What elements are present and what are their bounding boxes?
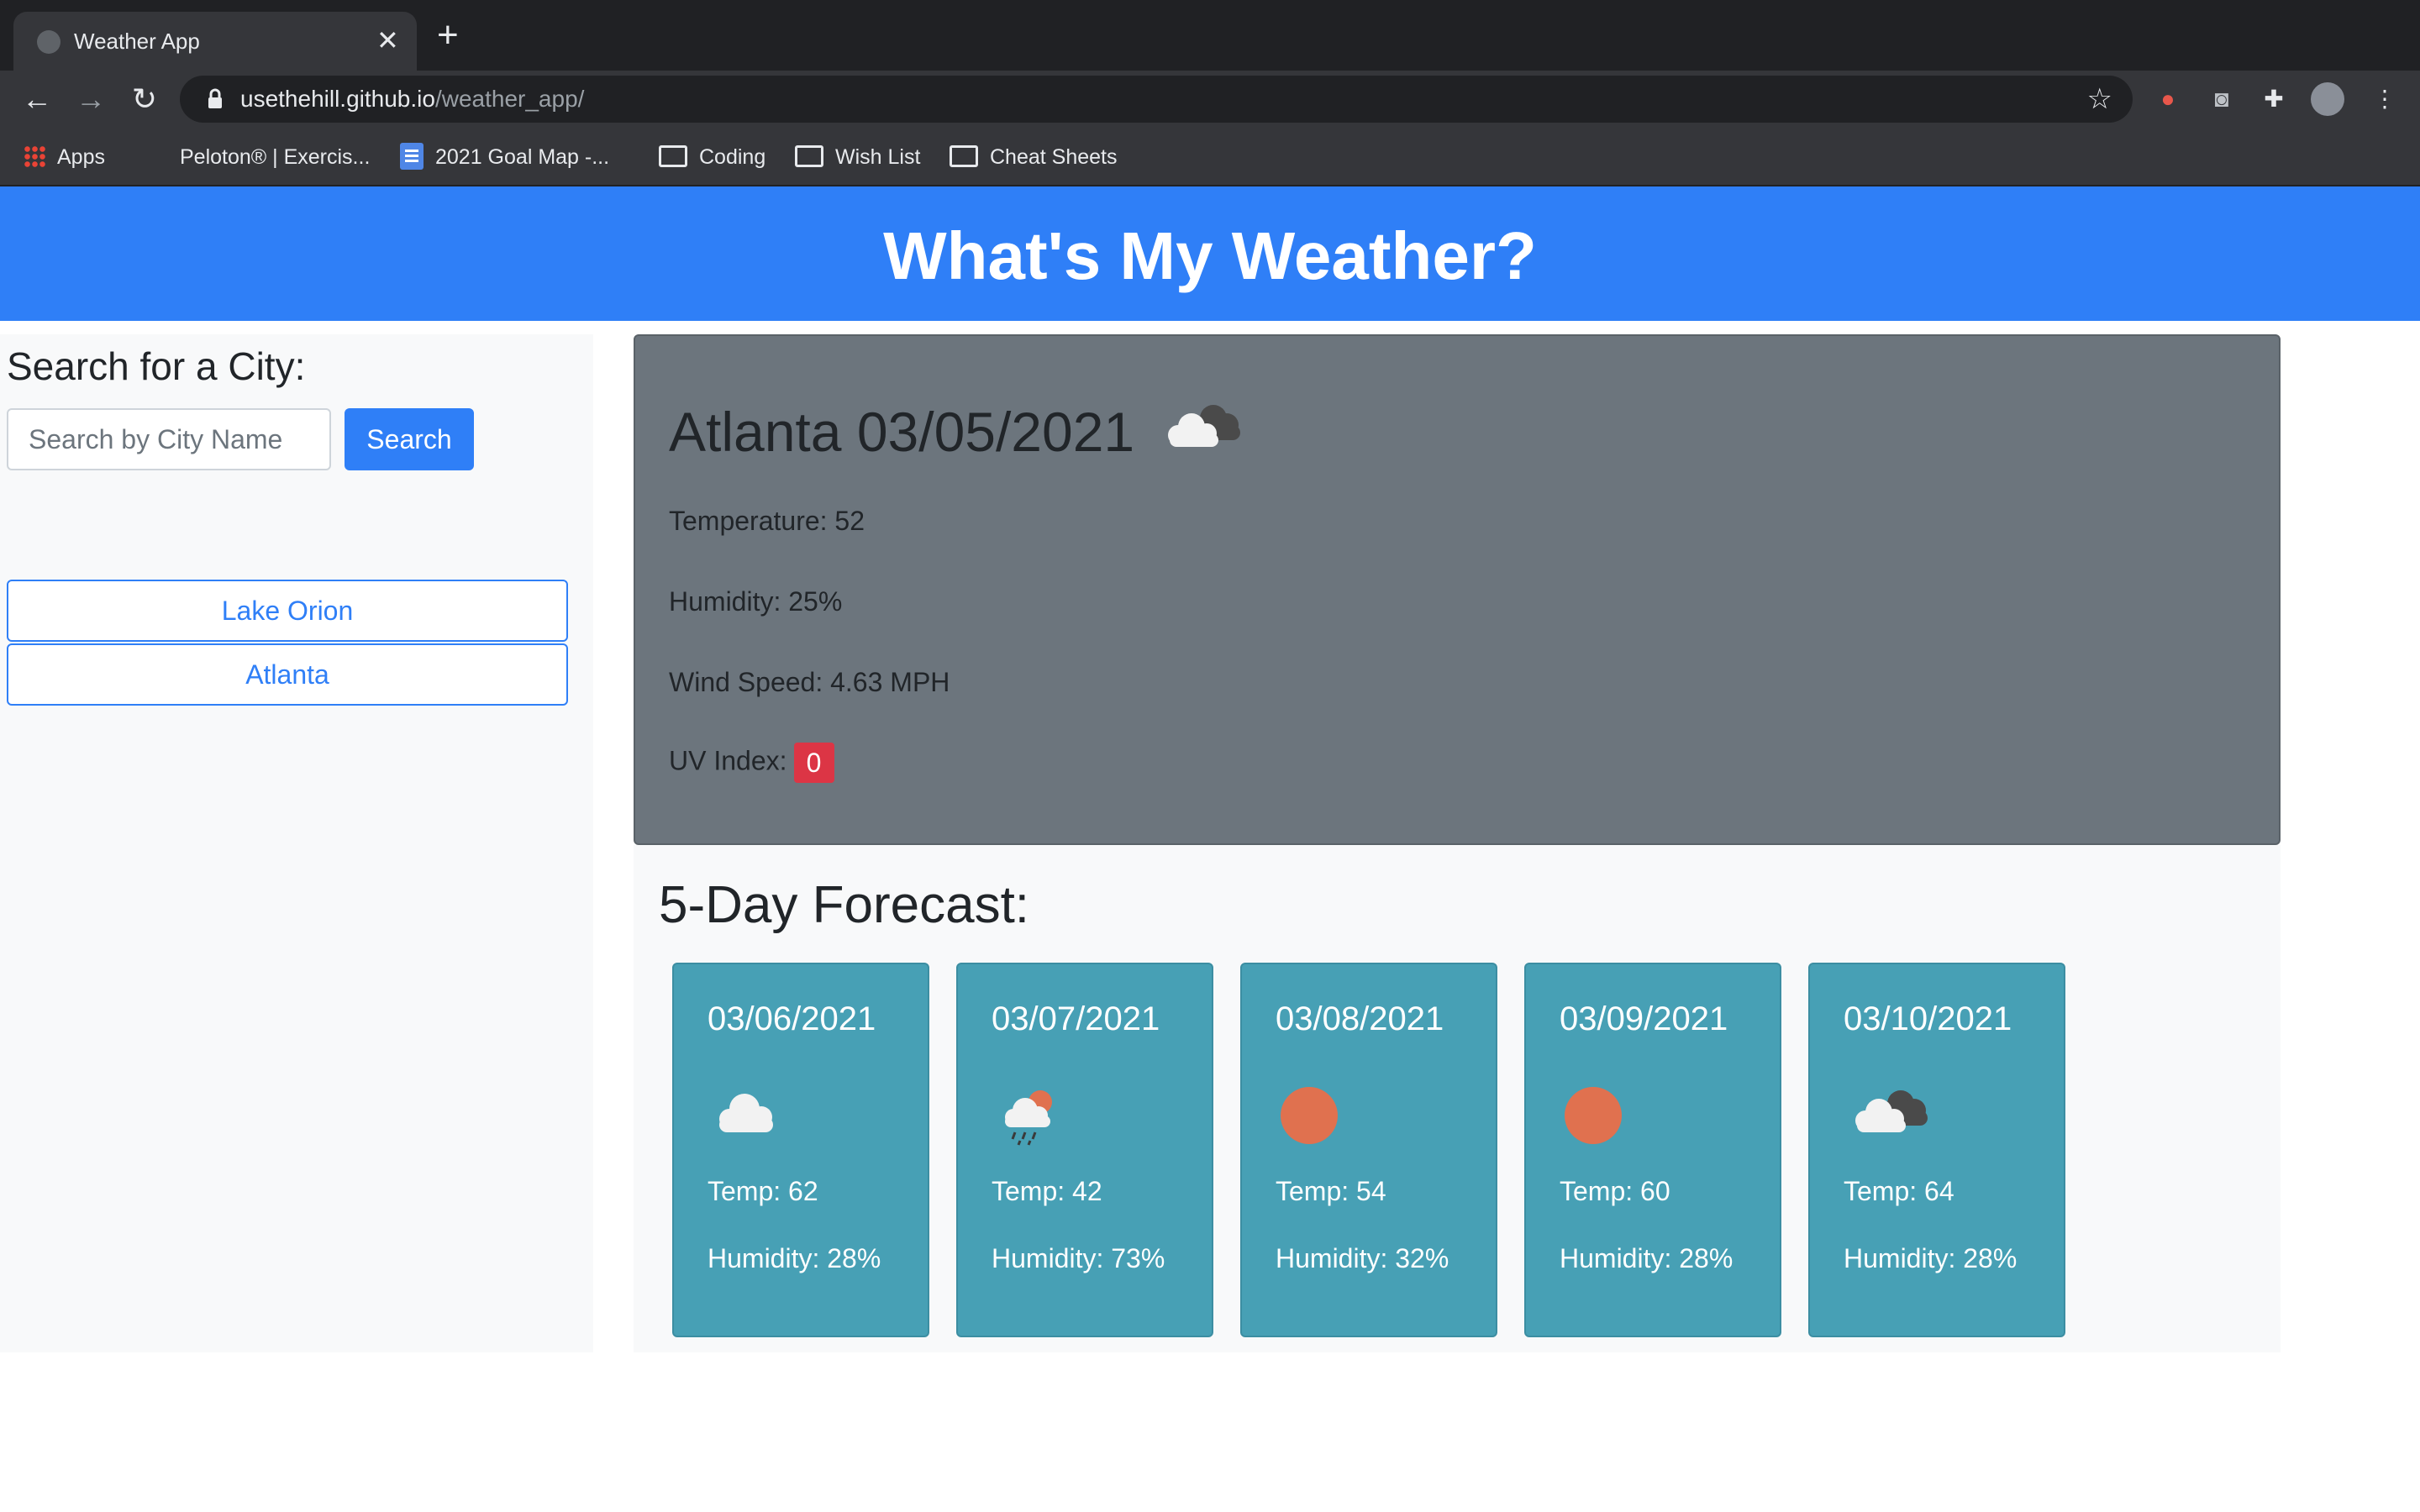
profile-avatar[interactable] [2311,82,2344,116]
forecast-temp: Temp: 64 [1844,1176,1954,1206]
uv-badge: 0 [793,743,834,783]
forecast-temp: Temp: 42 [992,1176,1102,1206]
uv-label: UV Index: [669,745,787,776]
camera-icon[interactable]: ◙ [2205,82,2238,116]
current-weather-panel: Atlanta 03/05/2021 Temperature: 52 Humid… [634,334,2281,845]
bookmark-coding[interactable]: Coding [659,143,765,171]
forecast-humidity: Humidity: 32% [1276,1243,1449,1273]
sun-icon [1565,1087,1622,1144]
forecast-date: 03/10/2021 [1844,1000,2012,1037]
forecast-card: 03/08/2021 Temp: 54 Humidity: 32% [1240,963,1497,1337]
folder-icon [950,145,978,168]
cloud-icon [719,1094,773,1132]
current-wind-speed: Wind Speed: 4.63 MPH [669,667,950,697]
history-city-button[interactable]: Atlanta [7,643,568,706]
forecast-temp: Temp: 60 [1560,1176,1670,1206]
forecast-temp: Temp: 62 [708,1176,818,1206]
bookmark-star-icon[interactable]: ☆ [2087,82,2112,116]
forecast-humidity: Humidity: 28% [1560,1243,1733,1273]
bookmark-peloton[interactable]: Peloton® | Exercis... [145,143,370,171]
new-tab-icon[interactable]: + [437,17,459,54]
globe-icon [37,30,60,54]
broken-clouds-icon [1168,405,1240,447]
current-humidity: Humidity: 25% [669,586,843,617]
forecast-card: 03/10/2021 Temp: 64 Humidity: 28% [1808,963,2065,1337]
extensions-puzzle-icon[interactable]: ✚ [2257,82,2291,116]
browser-tab-strip: Weather App ✕ + [0,0,2420,71]
forecast-heading: 5-Day Forecast: [659,876,1030,934]
apps-icon [24,145,45,168]
bookmark-cheat-sheets[interactable]: Cheat Sheets [950,143,1118,171]
bookmark-apps[interactable]: Apps [24,143,105,171]
forecast-date: 03/09/2021 [1560,1000,1728,1037]
peloton-icon [145,146,168,170]
forward-icon[interactable]: → [71,79,111,119]
forecast-card: 03/09/2021 Temp: 60 Humidity: 28% [1524,963,1781,1337]
folder-icon [795,145,823,168]
menu-kebab-icon[interactable]: ⋮ [2368,82,2402,116]
forecast-humidity: Humidity: 73% [992,1243,1165,1273]
tab-title: Weather App [74,29,200,54]
doc-icon [400,143,424,171]
tab-close-icon[interactable]: ✕ [376,24,399,57]
page-title: What's My Weather? [883,218,1537,293]
forecast-card: 03/06/2021 Temp: 62 Humidity: 28% [672,963,929,1337]
forecast-humidity: Humidity: 28% [1844,1243,2018,1273]
forecast-date: 03/08/2021 [1276,1000,1444,1037]
bookmark-goal-map[interactable]: 2021 Goal Map -... [400,143,609,171]
search-heading: Search for a City: [7,344,306,388]
broken-clouds-icon [1855,1090,1928,1132]
current-uv-index: UV Index: 0 [669,743,834,783]
lock-icon [208,88,222,108]
back-icon[interactable]: ← [17,79,57,119]
extension-record-icon[interactable]: ● [2151,82,2185,116]
address-bar[interactable]: usethehill.github.io/weather_app/ ☆ [180,76,2133,123]
current-temperature: Temperature: 52 [669,506,865,536]
forecast-section: 5-Day Forecast: 03/06/2021 Temp: 62 Humi… [634,845,2281,1352]
browser-toolbar: ← → ↻ usethehill.github.io/weather_app/ … [0,71,2420,128]
sun-icon [1281,1087,1338,1144]
forecast-temp: Temp: 54 [1276,1176,1386,1206]
forecast-humidity: Humidity: 28% [708,1243,881,1273]
current-city-date: Atlanta 03/05/2021 [669,401,1135,463]
forecast-card: 03/07/2021 Temp: 42 Humidity: 73% [956,963,1213,1337]
bookmarks-bar: Apps Peloton® | Exercis... 2021 Goal Map… [0,128,2420,186]
page-header: What's My Weather? [0,186,2420,321]
browser-tab[interactable]: Weather App ✕ [13,12,417,71]
search-button[interactable]: Search [345,408,474,470]
bookmark-wish-list[interactable]: Wish List [795,143,920,171]
forecast-date: 03/07/2021 [992,1000,1160,1037]
history-city-button[interactable]: Lake Orion [7,580,568,642]
folder-icon [659,145,687,168]
search-sidebar: Search for a City: Search Lake Orion Atl… [0,334,593,1352]
forecast-date: 03/06/2021 [708,1000,876,1037]
url-text: usethehill.github.io/weather_app/ [240,86,585,112]
rain-sun-icon [1005,1090,1052,1146]
reload-icon[interactable]: ↻ [124,79,165,119]
city-search-input[interactable] [7,408,331,470]
